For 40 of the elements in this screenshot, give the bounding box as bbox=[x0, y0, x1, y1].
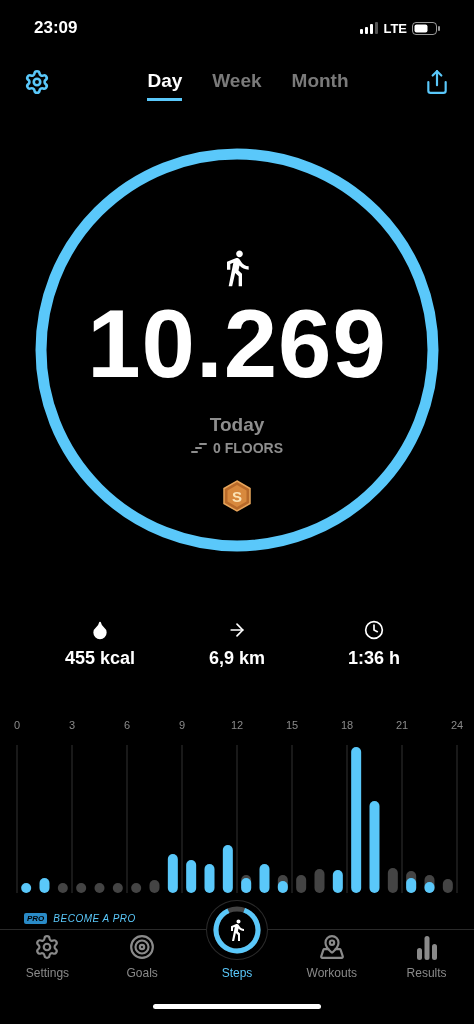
tab-bar-item[interactable]: Goals bbox=[94, 930, 190, 992]
hour-label: 3 bbox=[68, 719, 76, 731]
step-count: 10.269 bbox=[87, 296, 387, 392]
clock-time: 23:09 bbox=[34, 18, 78, 38]
map-pin-icon bbox=[318, 934, 345, 960]
hour-label: 21 bbox=[395, 719, 409, 731]
stat-value: 455 kcal bbox=[64, 648, 136, 669]
tab-bar-item[interactable]: Settings bbox=[0, 930, 95, 992]
period-tab[interactable]: Day bbox=[147, 63, 183, 101]
period-tab[interactable]: Month bbox=[291, 63, 349, 101]
hour-label: 0 bbox=[13, 719, 21, 731]
achievement-badge: S bbox=[222, 480, 252, 512]
stat-value: 6,9 km bbox=[208, 648, 265, 669]
clock-icon bbox=[364, 620, 384, 640]
floors-label: 0 FLOORS bbox=[213, 440, 283, 456]
network-label: LTE bbox=[383, 20, 407, 36]
stat-value: 1:36 h bbox=[348, 648, 400, 669]
hour-label: 12 bbox=[230, 719, 244, 731]
settings-icon[interactable] bbox=[24, 69, 50, 95]
hour-label: 18 bbox=[340, 719, 354, 731]
hour-label: 24 bbox=[450, 719, 464, 731]
tab-bar-item[interactable]: Workouts bbox=[284, 930, 380, 992]
bar-chart-icon bbox=[415, 936, 438, 960]
drop-icon bbox=[90, 620, 110, 640]
steps-ring-icon bbox=[213, 906, 261, 954]
become-pro-link[interactable]: BECOME A PRO bbox=[53, 912, 136, 924]
period-tab[interactable]: Week bbox=[212, 63, 262, 101]
stairs-icon bbox=[191, 443, 207, 453]
battery-icon bbox=[412, 21, 440, 35]
share-icon[interactable] bbox=[424, 69, 450, 95]
pro-badge[interactable]: PRO bbox=[24, 912, 48, 924]
hour-label: 6 bbox=[123, 719, 131, 731]
tab-bar-item[interactable]: Steps bbox=[189, 900, 285, 992]
gear-icon bbox=[34, 934, 61, 960]
period-label: Today bbox=[209, 414, 265, 436]
signal-icon bbox=[360, 22, 379, 34]
target-icon bbox=[129, 934, 156, 960]
hour-label: 15 bbox=[285, 719, 299, 731]
tab-bar-item[interactable]: Results bbox=[379, 930, 474, 992]
hour-label: 9 bbox=[178, 719, 186, 731]
